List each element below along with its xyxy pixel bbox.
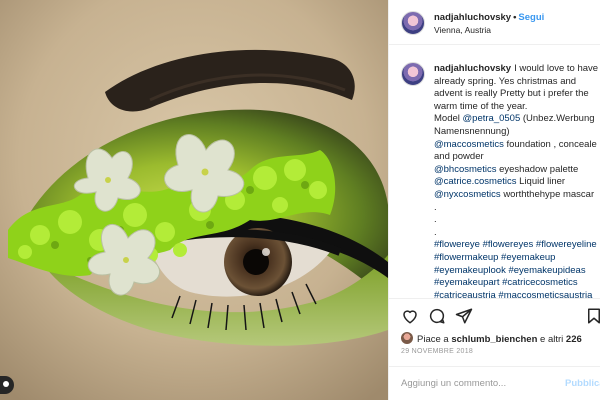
caption-text-line: already spring. Yes christmas and xyxy=(434,75,577,87)
hashtag-line[interactable]: #eyemakeupart #catricecosmetics xyxy=(434,277,600,290)
caption-line: @catrice.cosmetics Liquid liner xyxy=(434,176,600,189)
likes-prefix: Piace a xyxy=(417,334,449,345)
caption-text-line: warm time of the year. xyxy=(434,100,528,112)
caption-text: nadjahluchovsky I would love to have alre… xyxy=(434,63,600,298)
mention-link[interactable]: @maccosmetics xyxy=(434,139,504,150)
caption-text-line: Liquid liner xyxy=(519,176,566,188)
liker-avatar xyxy=(401,332,413,344)
action-bar xyxy=(389,298,600,332)
likes-middle: e altri xyxy=(540,334,564,345)
hashtag-line[interactable]: #eyemakeuplook #eyemakeupideas xyxy=(434,265,600,278)
likes-summary[interactable]: Piace a schlumb_bienchen e altri 226 xyxy=(401,332,582,345)
caption-line: @bhcosmetics eyeshadow palette xyxy=(434,164,600,177)
caption-line: @maccosmetics foundation , conceale xyxy=(434,139,600,152)
separator-dot: • xyxy=(513,12,517,23)
mention-link[interactable]: @petra_0505 xyxy=(463,113,521,124)
caption-line: @nyxcosmetics worththehype mascar xyxy=(434,189,600,202)
caption-text-line: Namensnennung) xyxy=(434,125,510,137)
caption-dot: . xyxy=(434,226,437,238)
liker-username[interactable]: schlumb_bienchen xyxy=(451,334,537,345)
caption-text-line: Model xyxy=(434,113,460,125)
post-side-panel: nadjahluchovsky • Segui Vienna, Austria na… xyxy=(388,0,600,400)
caption-text-line: advent is really Pretty but i prefer the xyxy=(434,88,589,100)
caption-avatar[interactable] xyxy=(401,62,425,86)
post-date[interactable]: 29 NOVEMBRE 2018 xyxy=(401,348,473,355)
caption-text-line: worththehype mascar xyxy=(503,188,595,200)
avatar[interactable] xyxy=(401,11,425,35)
mention-link[interactable]: @bhcosmetics xyxy=(434,164,496,175)
user-tag-icon xyxy=(3,381,9,387)
caption-line: nadjahluchovsky I would love to have xyxy=(434,63,600,76)
hashtag-line[interactable]: #flowermakeup #eyemakeup xyxy=(434,252,600,265)
eye-makeup-photo xyxy=(0,0,388,400)
caption: nadjahluchovsky I would love to have alre… xyxy=(389,46,600,298)
mention-link[interactable]: @catrice.cosmetics xyxy=(434,176,517,187)
share-icon[interactable] xyxy=(455,307,473,325)
hashtag-line[interactable]: #catriceaustria #maccosmeticsaustria xyxy=(434,290,600,298)
comment-input[interactable] xyxy=(401,378,551,389)
hashtag-line[interactable]: #flowereye #flowereyes #flowereyeline xyxy=(434,239,600,252)
caption-username[interactable]: nadjahluchovsky xyxy=(434,63,511,74)
caption-dot: . xyxy=(434,201,437,213)
location-link[interactable]: Vienna, Austria xyxy=(434,25,491,35)
caption-text-line: eyeshadow palette xyxy=(499,163,579,175)
comment-box: Pubblica xyxy=(389,366,600,400)
post-header: nadjahluchovsky • Segui Vienna, Austria xyxy=(389,0,600,45)
caption-text-line: I would love to have xyxy=(514,63,599,74)
caption-dot: . xyxy=(434,214,437,226)
mention-link[interactable]: @nyxcosmetics xyxy=(434,189,501,200)
comment-icon[interactable] xyxy=(428,307,446,325)
bookmark-icon[interactable] xyxy=(585,307,600,325)
username-link[interactable]: nadjahluchovsky xyxy=(434,12,511,23)
likes-count[interactable]: 226 xyxy=(566,334,582,345)
caption-text-line: and powder xyxy=(434,151,484,163)
heart-icon[interactable] xyxy=(401,307,419,325)
caption-text-line: foundation , conceale xyxy=(506,138,597,150)
post-image[interactable] xyxy=(0,0,388,400)
caption-line: Model @petra_0505 (Unbez.Werbung xyxy=(434,113,600,126)
caption-text-line: (Unbez.Werbung xyxy=(522,113,595,125)
follow-button[interactable]: Segui xyxy=(518,12,544,23)
publish-button[interactable]: Pubblica xyxy=(565,378,600,389)
header-user-line: nadjahluchovsky • Segui xyxy=(434,12,544,23)
